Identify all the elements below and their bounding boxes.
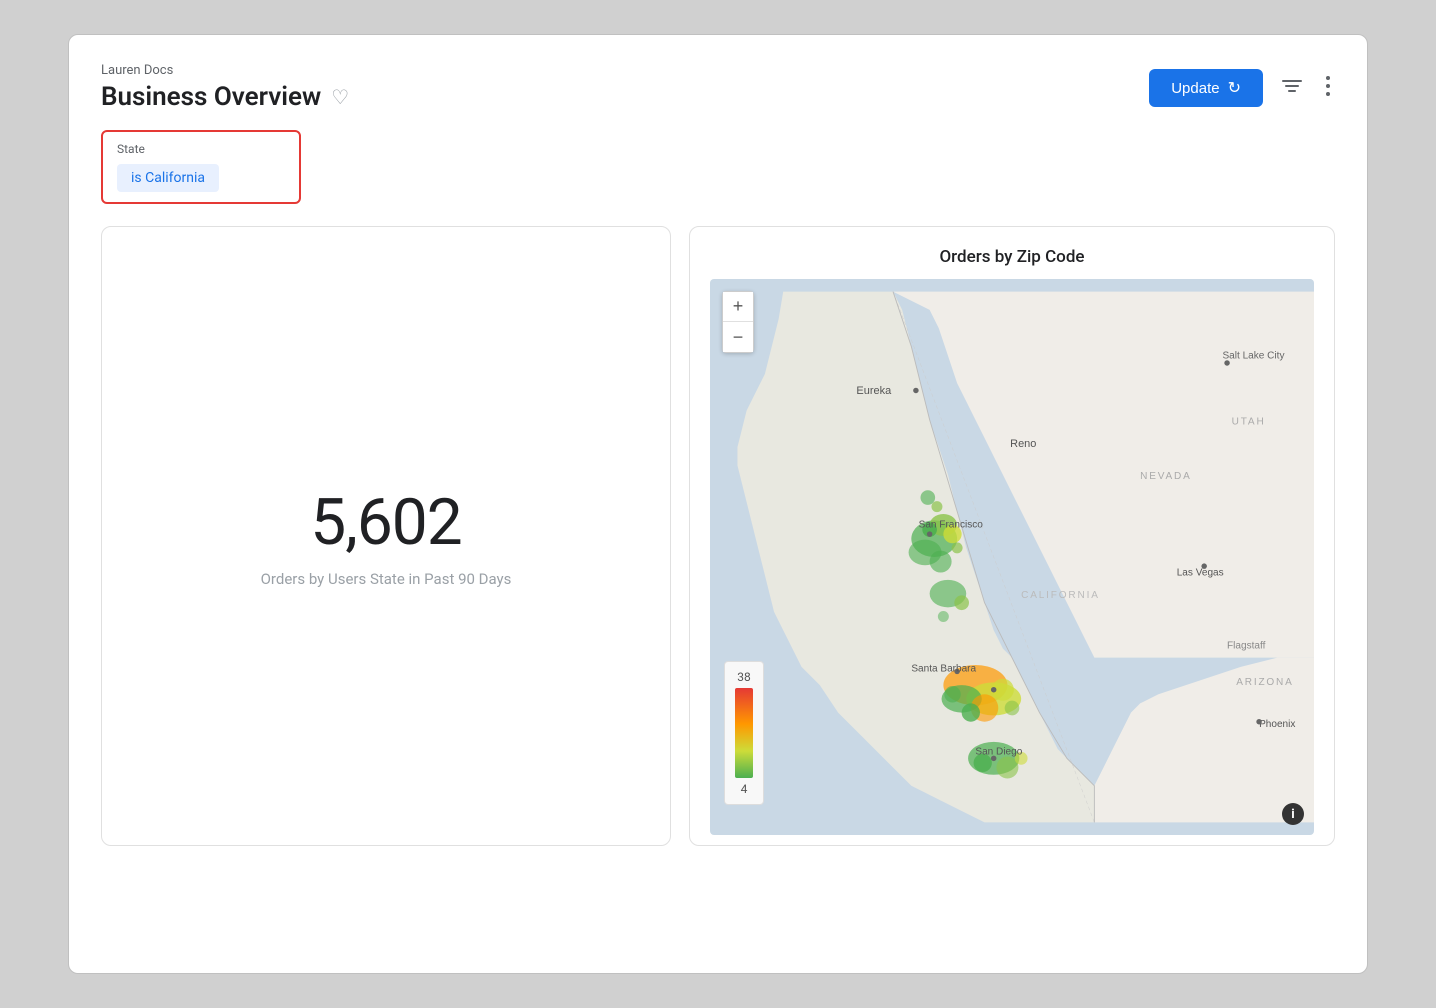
refresh-icon: ↻ xyxy=(1228,78,1241,98)
right-panel: Orders by Zip Code xyxy=(689,226,1335,846)
heart-icon[interactable]: ♡ xyxy=(331,85,349,109)
more-icon[interactable] xyxy=(1321,71,1335,106)
svg-text:Flagstaff: Flagstaff xyxy=(1227,641,1266,652)
svg-text:Las Vegas: Las Vegas xyxy=(1177,567,1224,578)
legend-max: 38 xyxy=(737,670,751,684)
svg-text:ARIZONA: ARIZONA xyxy=(1236,677,1293,688)
svg-text:San Diego: San Diego xyxy=(975,747,1022,758)
svg-text:UTAH: UTAH xyxy=(1232,416,1266,427)
header-right: Update ↻ xyxy=(1149,69,1335,107)
svg-text:Reno: Reno xyxy=(1010,438,1036,450)
svg-text:NEVADA: NEVADA xyxy=(1140,471,1192,482)
svg-text:San Francisco: San Francisco xyxy=(919,520,984,531)
map-zoom-controls: + − xyxy=(722,291,754,353)
metric-label: Orders by Users State in Past 90 Days xyxy=(261,570,512,588)
info-icon[interactable]: i xyxy=(1282,803,1304,825)
main-window: Lauren Docs Business Overview ♡ Update ↻ xyxy=(68,34,1368,974)
filter-section: State is California xyxy=(101,130,1335,204)
map-legend: 38 4 xyxy=(724,661,764,805)
header-left: Lauren Docs Business Overview ♡ xyxy=(101,63,349,112)
zoom-out-button[interactable]: − xyxy=(723,322,753,352)
map-svg: Eureka Reno Salt Lake City NEVADA UTAH S… xyxy=(710,279,1314,835)
content-area: 5,602 Orders by Users State in Past 90 D… xyxy=(101,226,1335,846)
metric-value: 5,602 xyxy=(310,485,461,560)
filter-icon[interactable] xyxy=(1277,72,1307,104)
filter-chip[interactable]: is California xyxy=(117,164,219,192)
update-button[interactable]: Update ↻ xyxy=(1149,69,1263,107)
title-row: Business Overview ♡ xyxy=(101,82,349,112)
svg-text:Santa Barbara: Santa Barbara xyxy=(911,663,976,674)
breadcrumb: Lauren Docs xyxy=(101,63,349,78)
svg-text:CALIFORNIA: CALIFORNIA xyxy=(1021,590,1100,601)
filter-label: State xyxy=(117,142,285,156)
map-title: Orders by Zip Code xyxy=(710,247,1314,267)
map-container[interactable]: Eureka Reno Salt Lake City NEVADA UTAH S… xyxy=(710,279,1314,835)
svg-text:Phoenix: Phoenix xyxy=(1259,719,1295,730)
legend-min: 4 xyxy=(741,782,748,796)
filter-box[interactable]: State is California xyxy=(101,130,301,204)
zoom-in-button[interactable]: + xyxy=(723,292,753,322)
svg-text:Salt Lake City: Salt Lake City xyxy=(1222,350,1284,361)
svg-text:Eureka: Eureka xyxy=(856,385,892,397)
legend-bar xyxy=(735,688,753,778)
left-panel: 5,602 Orders by Users State in Past 90 D… xyxy=(101,226,671,846)
header: Lauren Docs Business Overview ♡ Update ↻ xyxy=(101,63,1335,112)
page-title: Business Overview xyxy=(101,82,321,112)
